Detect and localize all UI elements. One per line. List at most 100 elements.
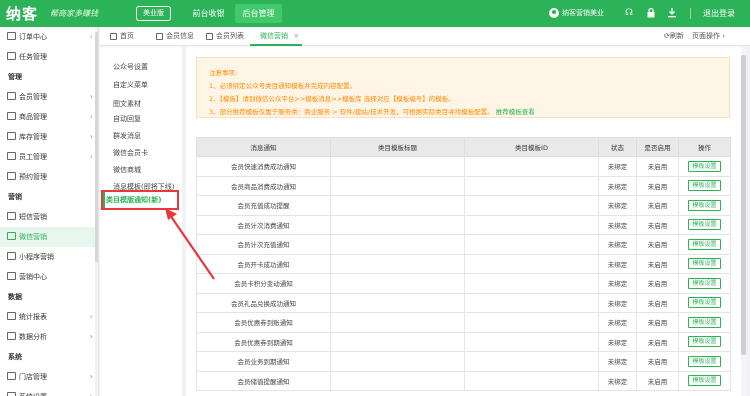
- table-row: 会员计次消费通知 未绑定 未启用 模板设置: [196, 214, 731, 235]
- submenu-item[interactable]: 微信商城: [113, 165, 141, 175]
- sidebar-item-label: 门店管理: [19, 373, 47, 381]
- table-cell: [330, 234, 465, 255]
- submenu-item[interactable]: 图文素材: [113, 99, 141, 109]
- chevron-right-icon: ›: [89, 332, 93, 341]
- sidebar-item[interactable]: 预约管理: [0, 167, 98, 187]
- notice-line-3: 3、部分推荐模板仅属于服务类：商业服务 > 软件/建站/技术开发，可根据实际类目…: [209, 108, 535, 116]
- template-settings-button[interactable]: 模板设置: [688, 336, 721, 348]
- sidebar-item[interactable]: 库存管理 ›: [0, 127, 98, 147]
- settings-icon: [7, 392, 16, 396]
- action-cell: 模板设置: [678, 351, 731, 372]
- sidebar-group-label: 系统: [8, 353, 22, 361]
- logo[interactable]: 纳客: [6, 3, 38, 24]
- table-cell: 未启用: [636, 214, 679, 235]
- download-icon[interactable]: [666, 7, 678, 19]
- action-cell: 模板设置: [678, 234, 731, 255]
- staff-icon: [7, 152, 16, 160]
- table-cell: 会员开卡成功通知: [196, 253, 331, 274]
- table-cell: 未启用: [636, 312, 679, 333]
- template-settings-button[interactable]: 模板设置: [688, 219, 721, 231]
- submenu-item[interactable]: 微信会员卡: [113, 148, 148, 158]
- table-cell: 会员优惠券到账通知: [196, 312, 331, 333]
- table-cell: 未启用: [636, 175, 679, 196]
- template-settings-button[interactable]: 模板设置: [688, 258, 721, 270]
- sidebar-item[interactable]: 统计报表 ›: [0, 307, 98, 327]
- table-row: 会员业务到期通知 未绑定 未启用 模板设置: [196, 351, 731, 372]
- sidebar-item-label: 营销中心: [19, 273, 47, 281]
- tab-member-list[interactable]: 会员列表: [206, 27, 244, 46]
- content-scrollbar[interactable]: [741, 47, 746, 396]
- tab-wechat-marketing[interactable]: 微信营销 ×: [250, 27, 302, 46]
- tab-home[interactable]: 首页: [110, 27, 134, 46]
- submenu-item-category-template-active[interactable]: 类目模版通知(新): [101, 190, 179, 210]
- sidebar-item[interactable]: 短信营销: [0, 207, 98, 227]
- lock-icon[interactable]: [645, 7, 657, 19]
- action-cell: 模板设置: [678, 273, 731, 294]
- sidebar-item-label: 员工管理: [19, 153, 47, 161]
- table-cell: 未启用: [636, 234, 679, 255]
- sidebar-item[interactable]: 员工管理 ›: [0, 147, 98, 167]
- tab-back-admin[interactable]: 后台管理: [235, 4, 282, 23]
- user-menu[interactable]: 纳客营销美业: [549, 7, 604, 20]
- submenu-item[interactable]: 自定义菜单: [113, 80, 148, 90]
- action-cell: 模板设置: [678, 370, 731, 391]
- template-settings-button[interactable]: 模板设置: [688, 316, 721, 328]
- action-cell: 模板设置: [678, 214, 731, 235]
- sidebar-item[interactable]: 营销中心: [0, 267, 98, 287]
- sidebar-group-label: 营销: [8, 193, 22, 201]
- sidebar-item[interactable]: 任务管理: [0, 47, 98, 67]
- headset-icon[interactable]: ☊: [623, 7, 635, 19]
- template-settings-button[interactable]: 模板设置: [688, 199, 721, 211]
- sidebar-item[interactable]: 门店管理 ›: [0, 367, 98, 387]
- sidebar-item[interactable]: 小程序营销: [0, 247, 98, 267]
- submenu-item[interactable]: 自动回复: [113, 114, 141, 124]
- template-settings-button[interactable]: 模板设置: [688, 180, 721, 192]
- page-ops-button[interactable]: 页面操作 ›: [692, 27, 725, 46]
- table-cell: 未绑定: [598, 195, 637, 216]
- template-settings-button[interactable]: 模板设置: [688, 355, 721, 367]
- sidebar-item[interactable]: 商品管理 ›: [0, 107, 98, 127]
- table-cell: [464, 253, 599, 274]
- close-icon[interactable]: ×: [293, 27, 299, 46]
- sidebar-item-label: 订单中心: [19, 33, 47, 41]
- table-cell: [330, 175, 465, 196]
- tab-front-cashier[interactable]: 前台收银: [185, 4, 232, 23]
- chevron-right-icon: ›: [89, 92, 93, 101]
- template-settings-button[interactable]: 模板设置: [688, 375, 721, 387]
- template-settings-button[interactable]: 模板设置: [688, 297, 721, 309]
- template-settings-button[interactable]: 模板设置: [688, 277, 721, 289]
- sidebar-item[interactable]: 会员管理 ›: [0, 87, 98, 107]
- refresh-button[interactable]: ⟳刷新: [664, 27, 684, 46]
- table-cell: [330, 331, 465, 352]
- marketing-icon: [7, 272, 16, 280]
- sidebar-item[interactable]: 系统设置›: [0, 387, 98, 396]
- submenu-item[interactable]: 群发消息: [113, 131, 141, 141]
- action-cell: 模板设置: [678, 292, 731, 313]
- action-cell: 模板设置: [678, 156, 731, 177]
- recommend-template-link[interactable]: 推荐模板查看: [496, 108, 535, 116]
- sidebar-item-label: 会员管理: [19, 93, 47, 101]
- submenu-item[interactable]: 公众号设置: [113, 62, 148, 72]
- sidebar-item[interactable]: 订单中心 ›: [0, 27, 98, 47]
- col-header-enabled: 是否启用: [636, 137, 679, 157]
- logout-button[interactable]: 退出登录: [703, 7, 735, 20]
- sidebar-scrollbar[interactable]: [95, 27, 98, 396]
- template-settings-button[interactable]: 模板设置: [688, 238, 721, 250]
- table-cell: 会员优惠券到期通知: [196, 331, 331, 352]
- tab-member-info[interactable]: 会员信息: [156, 27, 194, 46]
- template-settings-button[interactable]: 模板设置: [688, 160, 721, 172]
- sidebar-group-label: 管理: [8, 73, 22, 81]
- table-row: 会员优惠券到账通知 未绑定 未启用 模板设置: [196, 312, 731, 333]
- action-cell: 模板设置: [678, 253, 731, 274]
- col-header-template-id: 类目模板ID: [464, 137, 599, 157]
- sms-icon: [7, 212, 16, 220]
- sidebar-item-label: 小程序营销: [19, 253, 54, 261]
- table-cell: 会员充值成功提醒: [196, 195, 331, 216]
- wechat-icon: [7, 232, 16, 240]
- sidebar-item[interactable]: 微信营销: [0, 227, 98, 247]
- table-header-row: 消息通知 类目模板标题 类目模板ID 状态 是否启用 操作: [196, 137, 731, 157]
- sidebar-item[interactable]: 数据分析 ›: [0, 327, 98, 347]
- table-cell: 会员商品消费成功通知: [196, 175, 331, 196]
- user-name: 纳客营销美业: [562, 9, 604, 17]
- edition-badge[interactable]: 美业版: [136, 6, 171, 21]
